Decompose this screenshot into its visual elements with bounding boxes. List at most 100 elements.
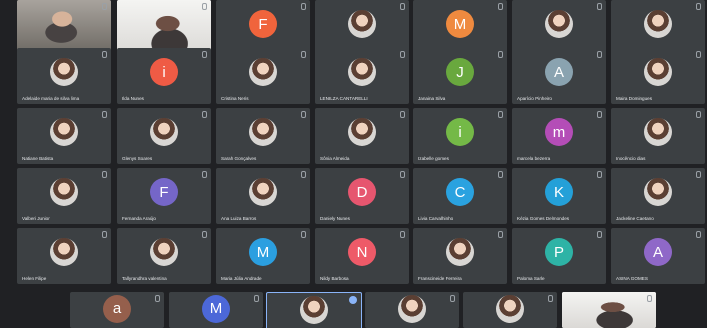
participant-tile[interactable]: M Maria Júlia Andrade [216, 228, 310, 284]
mic-muted-icon [102, 3, 107, 10]
mic-muted-icon [102, 171, 107, 178]
participant-tile[interactable]: J Janaina Silva [413, 48, 507, 104]
mic-muted-icon [102, 51, 107, 58]
avatar-photo [496, 294, 524, 323]
mic-muted-icon [301, 231, 306, 238]
participant-tile[interactable]: Tallyrandhra valentina [117, 228, 211, 284]
avatar-initial: D [348, 178, 376, 206]
participant-name: Franscineide Ferreira [418, 276, 462, 281]
avatar-photo [249, 118, 277, 146]
participant-tile[interactable]: Franscineide Ferreira [413, 228, 507, 284]
mic-muted-icon [102, 111, 107, 118]
participant-tile[interactable]: Sônia Almeida [315, 108, 409, 164]
participant-tile[interactable]: Natiane Batista [17, 108, 111, 164]
mic-muted-icon [202, 3, 207, 10]
mic-muted-icon [647, 295, 652, 302]
participant-name: Izabelle gomes [418, 156, 449, 161]
participant-tile[interactable]: Jackeline Caetano [611, 168, 705, 224]
participant-tile[interactable]: Adelaide maria de silva lima [17, 48, 111, 104]
avatar-initial: m [545, 118, 573, 146]
avatar-photo [644, 10, 672, 38]
participant-tile[interactable] [266, 292, 362, 328]
avatar-initial: i [446, 118, 474, 146]
participant-tile[interactable]: a [70, 292, 164, 328]
participant-tile[interactable]: M [169, 292, 263, 328]
mic-muted-icon [400, 171, 405, 178]
participant-tile[interactable]: i Ilda Nunes [117, 48, 211, 104]
mic-muted-icon [597, 51, 602, 58]
avatar-photo [644, 178, 672, 206]
participant-name: Daniely Nunes [320, 216, 350, 221]
mic-muted-icon [202, 171, 207, 178]
avatar-photo [348, 118, 376, 146]
mic-muted-icon [202, 231, 207, 238]
avatar-photo [348, 10, 376, 38]
avatar-initial: N [348, 238, 376, 266]
mic-muted-icon [301, 3, 306, 10]
participant-tile[interactable]: Inocêncio dias [611, 108, 705, 164]
participant-tile[interactable]: Cristina Neris [216, 48, 310, 104]
participant-tile[interactable]: P Paloma Sarle [512, 228, 606, 284]
mic-muted-icon [696, 111, 701, 118]
participant-tile[interactable]: Ana Luiza Barros [216, 168, 310, 224]
mic-muted-icon [155, 295, 160, 302]
participant-tile[interactable]: F Fernanda Araújo [117, 168, 211, 224]
avatar-initial: a [103, 294, 131, 323]
avatar-initial: K [545, 178, 573, 206]
participant-tile[interactable]: N Nildy Barbosa [315, 228, 409, 284]
participant-tile[interactable] [365, 292, 459, 328]
mic-muted-icon [498, 111, 503, 118]
avatar-photo [249, 58, 277, 86]
avatar-photo [644, 58, 672, 86]
participant-tile[interactable]: Helen Filipe [17, 228, 111, 284]
avatar-initial: F [249, 10, 277, 38]
participant-tile[interactable]: K Kézia Gomes Delmondes [512, 168, 606, 224]
participant-name: LENILZA CANTARELLI [320, 96, 368, 101]
participant-tile[interactable] [463, 292, 557, 328]
participant-tile[interactable]: LENILZA CANTARELLI [315, 48, 409, 104]
participant-tile[interactable]: D Daniely Nunes [315, 168, 409, 224]
participant-tile[interactable]: Glenys Soares [117, 108, 211, 164]
avatar-initial: A [644, 238, 672, 266]
participant-tile[interactable]: Valberi Junior [17, 168, 111, 224]
mic-muted-icon [400, 3, 405, 10]
mic-muted-icon [597, 111, 602, 118]
mic-muted-icon [301, 111, 306, 118]
avatar-photo [446, 238, 474, 266]
mic-muted-icon [400, 231, 405, 238]
participant-name: Ana Luiza Barros [221, 216, 257, 221]
avatar-photo [249, 178, 277, 206]
participant-tile[interactable]: Maira Domingues [611, 48, 705, 104]
participant-tile[interactable]: A ASINA GOMES [611, 228, 705, 284]
participant-name: Valberi Junior [22, 216, 50, 221]
participant-name: Natiane Batista [22, 156, 54, 161]
avatar-initial: i [150, 58, 178, 86]
participant-name: Paloma Sarle [517, 276, 545, 281]
participant-name: Maria Júlia Andrade [221, 276, 262, 281]
participant-tile[interactable]: C Livia Carvalhinho [413, 168, 507, 224]
participant-tile[interactable]: A Aparício Pinheiro [512, 48, 606, 104]
mic-muted-icon [202, 51, 207, 58]
mic-muted-icon [400, 51, 405, 58]
avatar-photo [545, 10, 573, 38]
participant-name: Helen Filipe [22, 276, 47, 281]
avatar-photo [150, 118, 178, 146]
mic-muted-icon [696, 231, 701, 238]
mic-muted-icon [450, 295, 455, 302]
mic-muted-icon [301, 171, 306, 178]
participant-name: Cristina Neris [221, 96, 249, 101]
avatar-initial: P [545, 238, 573, 266]
participant-name: marcela bezerra [517, 156, 551, 161]
participant-tile[interactable]: m marcela bezerra [512, 108, 606, 164]
avatar-initial: A [545, 58, 573, 86]
participant-tile[interactable]: Sarah Gonçalves [216, 108, 310, 164]
participant-tile[interactable] [562, 292, 656, 328]
avatar-photo [50, 238, 78, 266]
participant-tile[interactable]: i Izabelle gomes [413, 108, 507, 164]
participant-name: Aparício Pinheiro [517, 96, 552, 101]
mic-muted-icon [102, 231, 107, 238]
mic-muted-icon [597, 3, 602, 10]
participant-name: Maira Domingues [616, 96, 652, 101]
participant-name: Inocêncio dias [616, 156, 646, 161]
participant-name: Nildy Barbosa [320, 276, 349, 281]
